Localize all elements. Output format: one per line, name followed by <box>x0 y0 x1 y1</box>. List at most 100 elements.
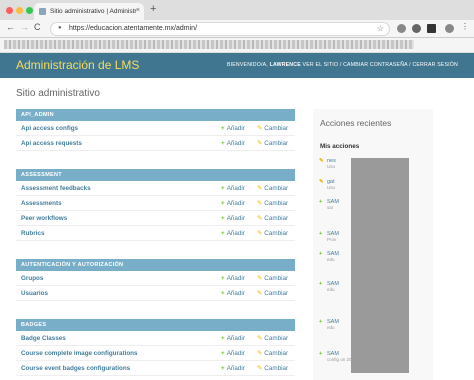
forward-icon[interactable]: → <box>20 22 29 32</box>
module-caption[interactable]: BADGES <box>16 319 295 331</box>
browser-tab-bar: Sitio administrativo | Administr × + <box>0 0 474 20</box>
browser-tab[interactable]: Sitio administrativo | Administr × <box>34 3 144 20</box>
model-link[interactable]: Course complete image configurations <box>21 350 138 357</box>
pencil-icon: ✎ <box>257 200 263 207</box>
add-button[interactable]: + Añadir <box>221 125 245 132</box>
pencil-icon: ✎ <box>257 335 263 342</box>
redaction-block <box>351 158 409 373</box>
bookmark-star-icon[interactable]: ☆ <box>377 24 384 33</box>
admin-header: Administración de LMS BIENVENIDO/A, LAWR… <box>0 53 474 78</box>
model-link[interactable]: Grupos <box>21 275 43 282</box>
minimize-window-icon[interactable] <box>16 7 23 14</box>
url-input[interactable]: ● https://educacion.atentamente.mx/admin… <box>50 22 390 36</box>
model-link[interactable]: Usuarios <box>21 290 48 297</box>
pencil-icon: ✎ <box>257 185 263 192</box>
model-link[interactable]: Assessments <box>21 200 62 207</box>
add-button[interactable]: + Añadir <box>221 140 245 147</box>
plus-icon: + <box>319 319 323 325</box>
change-button[interactable]: ✎ Cambiar <box>257 275 288 282</box>
recent-action-entry[interactable]: + SAM Prov <box>319 231 339 242</box>
change-button[interactable]: ✎ Cambiar <box>257 185 288 192</box>
plus-icon: + <box>319 251 323 257</box>
recent-action-entry[interactable]: + SAM edu <box>319 319 339 330</box>
back-icon[interactable]: ← <box>6 22 15 32</box>
model-row: Assessment feedbacks + Añadir ✎ Cambiar <box>16 181 295 196</box>
add-button[interactable]: + Añadir <box>221 365 245 372</box>
recent-action-entry[interactable]: ✎ gat Usu <box>319 179 335 190</box>
pencil-icon: ✎ <box>319 179 324 185</box>
plus-icon: + <box>221 335 225 342</box>
pencil-icon: ✎ <box>257 140 263 147</box>
plus-icon: + <box>221 230 225 237</box>
model-row: Assessments + Añadir ✎ Cambiar <box>16 196 295 211</box>
change-button[interactable]: ✎ Cambiar <box>257 140 288 147</box>
model-row: Api access requests + Añadir ✎ Cambiar <box>16 136 295 151</box>
recent-action-entry[interactable]: + SAM sar <box>319 199 339 210</box>
change-button[interactable]: ✎ Cambiar <box>257 200 288 207</box>
add-button[interactable]: + Añadir <box>221 290 245 297</box>
my-actions-heading: Mis acciones <box>320 143 360 150</box>
add-button[interactable]: + Añadir <box>221 335 245 342</box>
extension-icon[interactable] <box>412 24 421 33</box>
menu-icon[interactable]: ⋮ <box>461 22 470 31</box>
model-row: Usuarios + Añadir ✎ Cambiar <box>16 286 295 301</box>
add-button[interactable]: + Añadir <box>221 215 245 222</box>
model-row: Rubrics + Añadir ✎ Cambiar <box>16 226 295 241</box>
page-title: Sitio administrativo <box>16 88 100 99</box>
model-link[interactable]: Course event badges configurations <box>21 365 130 372</box>
add-button[interactable]: + Añadir <box>221 350 245 357</box>
model-link[interactable]: Assessment feedbacks <box>21 185 91 192</box>
add-button[interactable]: + Añadir <box>221 200 245 207</box>
url-text: https://educacion.atentamente.mx/admin/ <box>69 25 198 32</box>
maximize-window-icon[interactable] <box>26 7 33 14</box>
favicon-icon <box>39 8 46 15</box>
new-tab-icon[interactable]: + <box>150 3 156 15</box>
pencil-icon: ✎ <box>257 275 263 282</box>
model-link[interactable]: Badge Classes <box>21 335 66 342</box>
profile-avatar-icon[interactable] <box>445 24 454 33</box>
close-window-icon[interactable] <box>6 7 13 14</box>
recent-action-entry[interactable]: + SAM edu <box>319 281 339 292</box>
change-button[interactable]: ✎ Cambiar <box>257 215 288 222</box>
extension-icon[interactable] <box>427 24 436 33</box>
extension-icon[interactable] <box>397 24 406 33</box>
model-link[interactable]: Peer workflows <box>21 215 67 222</box>
user-links[interactable]: VER EL SITIO / CAMBIAR CONTRASEÑA / CERR… <box>303 62 458 68</box>
plus-icon: + <box>221 140 225 147</box>
pencil-icon: ✎ <box>257 230 263 237</box>
plus-icon: + <box>221 200 225 207</box>
model-link[interactable]: Rubrics <box>21 230 44 237</box>
change-button[interactable]: ✎ Cambiar <box>257 365 288 372</box>
app-module-badges: BADGES Badge Classes + Añadir ✎ Cambiar Co… <box>16 319 295 376</box>
add-button[interactable]: + Añadir <box>221 185 245 192</box>
recent-action-entry[interactable]: ✎ nes Usu <box>319 158 336 169</box>
user-tools: BIENVENIDO/A, LAWRENCE VER EL SITIO / CA… <box>227 62 458 68</box>
change-button[interactable]: ✎ Cambiar <box>257 290 288 297</box>
model-link[interactable]: Api access requests <box>21 140 82 147</box>
module-caption[interactable]: AUTENTICACIÓN Y AUTORIZACIÓN <box>16 259 295 271</box>
plus-icon: + <box>221 215 225 222</box>
tab-title: Sitio administrativo | Administr <box>50 8 137 15</box>
site-branding[interactable]: Administración de LMS <box>16 58 139 72</box>
tab-close-icon[interactable]: × <box>136 7 140 14</box>
change-button[interactable]: ✎ Cambiar <box>257 230 288 237</box>
model-row: Course event badges configurations + Añad… <box>16 361 295 376</box>
change-button[interactable]: ✎ Cambiar <box>257 335 288 342</box>
plus-icon: + <box>221 365 225 372</box>
add-button[interactable]: + Añadir <box>221 275 245 282</box>
lock-icon: ● <box>58 25 62 31</box>
model-row: Peer workflows + Añadir ✎ Cambiar <box>16 211 295 226</box>
change-button[interactable]: ✎ Cambiar <box>257 350 288 357</box>
plus-icon: + <box>221 350 225 357</box>
pencil-icon: ✎ <box>257 215 263 222</box>
plus-icon: + <box>221 125 225 132</box>
username: LAWRENCE <box>269 62 301 68</box>
module-caption[interactable]: ASSESSMENT <box>16 169 295 181</box>
reload-icon[interactable]: C <box>34 22 41 32</box>
add-button[interactable]: + Añadir <box>221 230 245 237</box>
module-caption[interactable]: API_ADMIN <box>16 109 295 121</box>
pencil-icon: ✎ <box>257 365 263 372</box>
recent-action-entry[interactable]: + SAM edu <box>319 251 339 262</box>
change-button[interactable]: ✎ Cambiar <box>257 125 288 132</box>
model-link[interactable]: Api access configs <box>21 125 78 132</box>
